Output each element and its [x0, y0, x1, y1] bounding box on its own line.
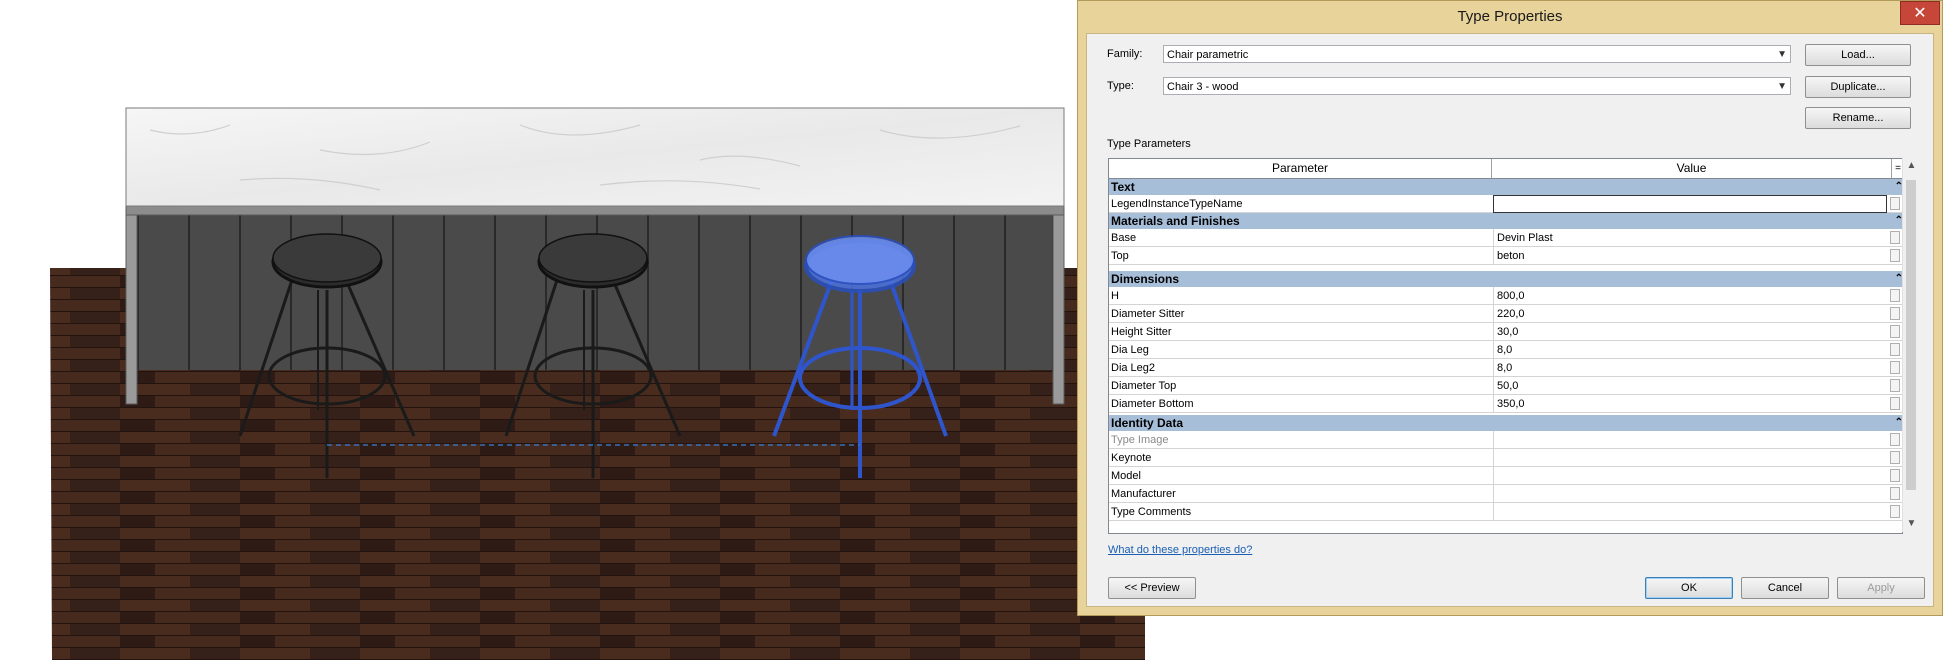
param-edit-button[interactable] [1890, 469, 1900, 482]
grid-header: Parameter Value = [1109, 159, 1902, 179]
param-value[interactable] [1493, 195, 1887, 213]
param-edit-button[interactable] [1890, 249, 1900, 262]
param-name: Manufacturer [1111, 488, 1176, 500]
param-row[interactable]: Dia Leg 8,0 [1109, 341, 1902, 359]
group-label: Identity Data [1111, 416, 1184, 430]
param-row[interactable]: LegendInstanceTypeName [1109, 195, 1902, 213]
param-edit-button[interactable] [1890, 231, 1900, 244]
param-row[interactable]: Type Comments [1109, 503, 1902, 521]
param-edit-button[interactable] [1890, 379, 1900, 392]
cancel-button[interactable]: Cancel [1741, 577, 1829, 599]
ok-button[interactable]: OK [1645, 577, 1733, 599]
param-edit-button[interactable] [1890, 451, 1900, 464]
param-value[interactable] [1493, 449, 1887, 467]
param-edit-button[interactable] [1890, 289, 1900, 302]
chevron-down-icon: ▼ [1777, 81, 1787, 92]
param-value[interactable]: 220,0 [1493, 305, 1887, 323]
type-label: Type: [1107, 80, 1134, 92]
param-row[interactable]: Type Image [1109, 431, 1902, 449]
param-row[interactable]: H 800,0 [1109, 287, 1902, 305]
param-name: Base [1111, 232, 1137, 244]
param-row[interactable]: Top beton [1109, 247, 1902, 265]
param-value[interactable] [1493, 467, 1887, 485]
param-name: Diameter Bottom [1111, 398, 1194, 410]
param-value[interactable]: 30,0 [1493, 323, 1887, 341]
dialog-title: Type Properties [1457, 8, 1563, 25]
param-name: Type Comments [1111, 506, 1192, 518]
type-properties-dialog: Type Properties ✕ Family: Chair parametr… [1077, 0, 1943, 616]
param-value[interactable]: 350,0 [1493, 395, 1887, 413]
load-button[interactable]: Load... [1805, 44, 1911, 66]
type-dropdown[interactable]: Chair 3 - wood ▼ [1163, 77, 1791, 95]
param-row[interactable]: Diameter Sitter 220,0 [1109, 305, 1902, 323]
param-name: Diameter Sitter [1111, 308, 1185, 320]
param-name: Dia Leg2 [1111, 362, 1156, 374]
close-button[interactable]: ✕ [1900, 1, 1940, 25]
group-text[interactable]: Text ⌃ [1109, 179, 1902, 195]
header-value[interactable]: Value [1492, 159, 1892, 178]
group-label: Materials and Finishes [1111, 214, 1240, 228]
param-name: Keynote [1111, 452, 1152, 464]
duplicate-button[interactable]: Duplicate... [1805, 76, 1911, 98]
param-edit-button[interactable] [1890, 197, 1900, 210]
param-name: Height Sitter [1111, 326, 1172, 338]
rename-button[interactable]: Rename... [1805, 107, 1911, 129]
group-materials[interactable]: Materials and Finishes ⌃ [1109, 213, 1902, 229]
param-edit-button[interactable] [1890, 325, 1900, 338]
param-row[interactable]: Dia Leg2 8,0 [1109, 359, 1902, 377]
param-name: LegendInstanceTypeName [1111, 198, 1243, 210]
param-value[interactable] [1493, 431, 1887, 449]
param-row[interactable]: Model [1109, 467, 1902, 485]
param-name: Dia Leg [1111, 344, 1149, 356]
param-value[interactable]: 800,0 [1493, 287, 1887, 305]
param-edit-button[interactable] [1890, 487, 1900, 500]
param-edit-button[interactable] [1890, 361, 1900, 374]
param-row[interactable]: Diameter Bottom 350,0 [1109, 395, 1902, 413]
help-link[interactable]: What do these properties do? [1108, 544, 1252, 556]
param-row[interactable]: Keynote [1109, 449, 1902, 467]
param-value[interactable] [1493, 485, 1887, 503]
group-identity-data[interactable]: Identity Data ⌃ [1109, 415, 1902, 431]
family-dropdown[interactable]: Chair parametric ▼ [1163, 45, 1791, 63]
family-value: Chair parametric [1167, 49, 1249, 61]
param-edit-button[interactable] [1890, 397, 1900, 410]
param-name: Diameter Top [1111, 380, 1177, 392]
parameter-grid[interactable]: Parameter Value = Text ⌃ LegendInstanceT… [1108, 158, 1903, 534]
header-parameter[interactable]: Parameter [1109, 159, 1492, 178]
scroll-up-icon[interactable]: ▲ [1903, 158, 1920, 174]
type-parameters-label: Type Parameters [1107, 138, 1191, 150]
marble-counter-top [125, 107, 1065, 207]
param-value[interactable]: 8,0 [1493, 359, 1887, 377]
param-edit-button[interactable] [1890, 505, 1900, 518]
param-name: Top [1111, 250, 1129, 262]
param-value[interactable]: Devin Plast [1493, 229, 1887, 247]
param-value[interactable]: 50,0 [1493, 377, 1887, 395]
group-label: Text [1111, 180, 1135, 194]
param-edit-button[interactable] [1890, 343, 1900, 356]
param-row[interactable]: Diameter Top 50,0 [1109, 377, 1902, 395]
preview-button[interactable]: << Preview [1108, 577, 1196, 599]
type-value: Chair 3 - wood [1167, 81, 1239, 93]
family-label: Family: [1107, 48, 1143, 60]
grid-scrollbar[interactable]: ▲ ▼ [1902, 158, 1920, 532]
group-dimensions[interactable]: Dimensions ⌃ [1109, 271, 1902, 287]
param-edit-button[interactable] [1890, 433, 1900, 446]
dialog-client: Family: Chair parametric ▼ Load... Type:… [1086, 33, 1934, 607]
param-name: Model [1111, 470, 1141, 482]
apply-button[interactable]: Apply [1837, 577, 1925, 599]
param-edit-button[interactable] [1890, 307, 1900, 320]
scroll-thumb[interactable] [1906, 180, 1916, 490]
param-name: H [1111, 290, 1119, 302]
group-label: Dimensions [1111, 272, 1180, 286]
param-row[interactable]: Base Devin Plast [1109, 229, 1902, 247]
param-row[interactable]: Manufacturer [1109, 485, 1902, 503]
chevron-down-icon: ▼ [1777, 49, 1787, 60]
param-name: Type Image [1111, 434, 1169, 446]
param-value[interactable]: beton [1493, 247, 1887, 265]
param-value[interactable]: 8,0 [1493, 341, 1887, 359]
param-value[interactable] [1493, 503, 1887, 521]
scroll-down-icon[interactable]: ▼ [1903, 516, 1920, 532]
param-row[interactable]: Height Sitter 30,0 [1109, 323, 1902, 341]
